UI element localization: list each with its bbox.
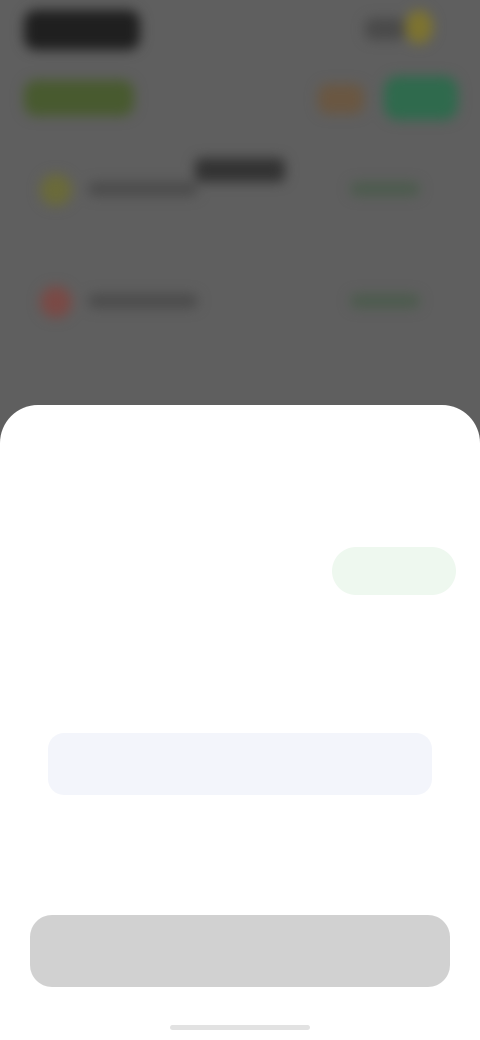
row-label: [88, 182, 198, 196]
badge-icon: [365, 18, 405, 40]
balance-pill[interactable]: [332, 547, 456, 595]
background-app: [0, 0, 480, 420]
coin-icon: [40, 174, 72, 206]
back-pill: [24, 10, 140, 50]
picker-selection-highlight: [48, 733, 432, 795]
fire-icon: [40, 286, 72, 318]
home-indicator: [170, 1025, 310, 1030]
row-label: [88, 294, 198, 308]
row-value: [350, 294, 420, 308]
orange-chip: [318, 84, 364, 114]
green-button: [384, 76, 458, 120]
background-row: [40, 170, 440, 210]
screen: [0, 0, 480, 1040]
coin-icon: [405, 10, 433, 44]
bottom-sheet: [0, 405, 480, 1040]
confirm-button[interactable]: [30, 915, 450, 987]
leaf-chip: [24, 80, 134, 116]
amount-picker[interactable]: [48, 623, 432, 873]
balance-row: [24, 543, 456, 599]
background-row: [40, 282, 440, 322]
row-value: [350, 182, 420, 196]
